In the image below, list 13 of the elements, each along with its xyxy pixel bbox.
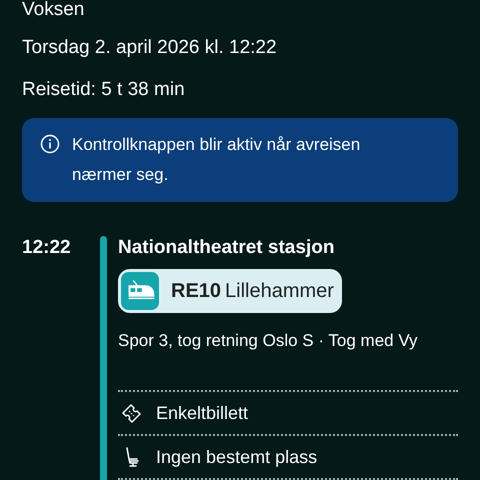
passenger-type: Voksen (22, 0, 86, 20)
platform-info: Spor 3, tog retning Oslo S · Tog med Vy (118, 330, 419, 352)
info-icon (40, 134, 60, 154)
travel-time: Reisetid: 5 t 38 min (22, 78, 186, 102)
line-number: RE10 (171, 280, 222, 302)
ticket-detail: Ingen bestemt plass (156, 446, 318, 468)
ticket-detail: Enkeltbillett (156, 402, 248, 424)
departure-date: Torsdag 2. april 2026 kl. 12:22 (22, 36, 278, 60)
line-destination: Lillehammer (225, 280, 334, 302)
info-message: Kontrollknappen blir aktiv når avreisen nærmer seg. (72, 134, 362, 186)
departure-time: 12:22 (22, 236, 72, 260)
train-icon (121, 272, 159, 310)
station-name: Nationaltheatret stasjon (118, 236, 336, 260)
